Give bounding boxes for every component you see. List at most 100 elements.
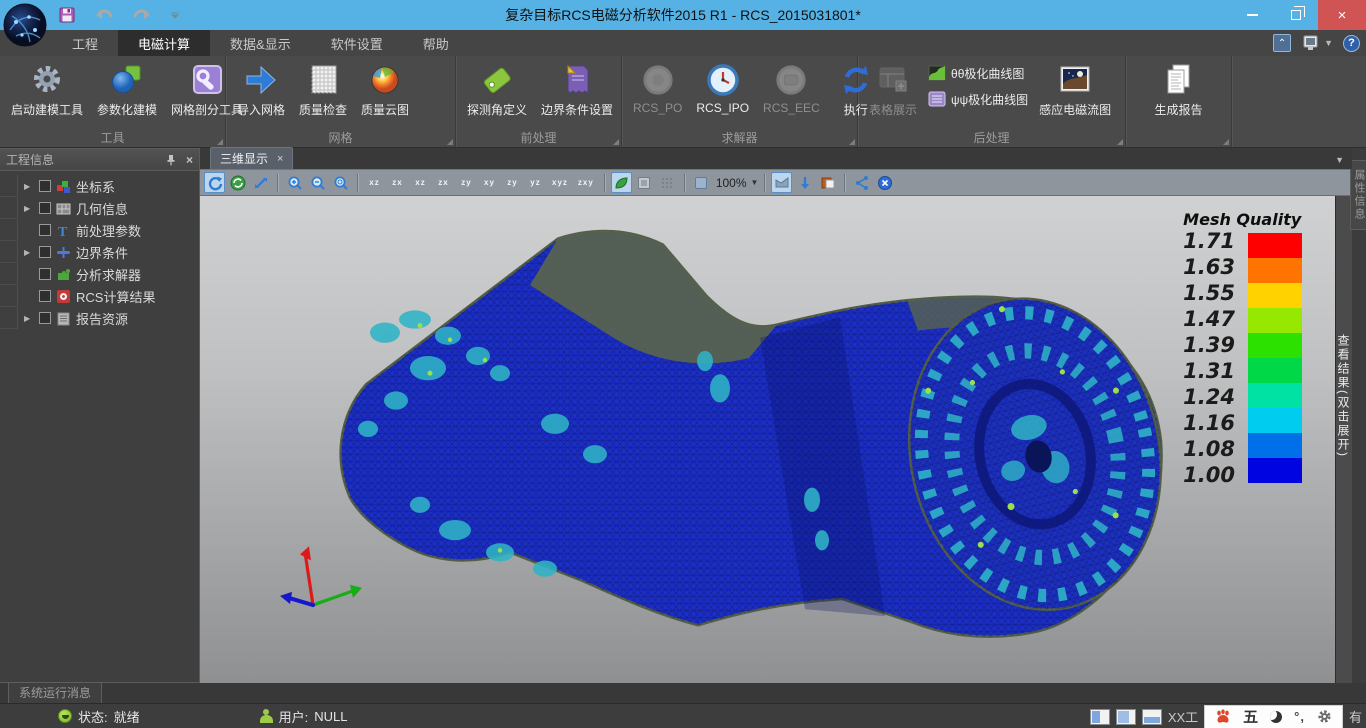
quality-check-button[interactable]: 质量检查 bbox=[292, 60, 354, 120]
probe-angle-button[interactable]: 探测角定义 bbox=[460, 60, 534, 120]
generate-report-button[interactable]: 生成报告 bbox=[1147, 60, 1209, 120]
sphere-square-icon bbox=[109, 62, 145, 98]
clip-tool-button[interactable] bbox=[771, 172, 792, 193]
tree-item-geometry-info[interactable]: ▶ 几何信息 bbox=[18, 197, 199, 219]
launch-modeling-tool-button[interactable]: 启动建模工具 bbox=[4, 60, 90, 120]
induced-current-map-button[interactable]: 感应电磁流图 bbox=[1032, 60, 1118, 120]
3d-canvas[interactable]: Mesh Quality 1.71 1.63 1.55 1.47 1.39 1.… bbox=[200, 196, 1335, 683]
parameter-t-icon: T bbox=[56, 223, 71, 238]
drop-view-button[interactable] bbox=[794, 172, 815, 193]
zoom-fit-button[interactable] bbox=[330, 172, 351, 193]
tab-3d-display[interactable]: 三维显示 × bbox=[210, 147, 293, 169]
view-axis-button[interactable]: zxy bbox=[574, 172, 598, 193]
theta-chart-icon bbox=[928, 64, 946, 82]
tree-checkbox[interactable] bbox=[39, 224, 51, 236]
view-axis-button[interactable]: zx bbox=[387, 172, 408, 193]
restore-button[interactable] bbox=[1274, 0, 1318, 30]
help-icon[interactable]: ? bbox=[1343, 35, 1360, 52]
ime-toolbar[interactable]: 五 °, bbox=[1204, 705, 1343, 728]
system-messages-tab[interactable]: 系统运行消息 bbox=[8, 682, 102, 703]
theta-polar-curve-button[interactable]: θθ极化曲线图 bbox=[928, 64, 1028, 82]
tab-close-icon[interactable]: × bbox=[277, 153, 283, 165]
tree-item-rcs-results[interactable]: RCS计算结果 bbox=[18, 285, 199, 307]
tree-item-report-resources[interactable]: ▶ 报告资源 bbox=[18, 307, 199, 329]
minimize-button[interactable] bbox=[1230, 0, 1274, 30]
ime-moon-icon[interactable] bbox=[1270, 711, 1282, 723]
tree-checkbox[interactable] bbox=[39, 202, 51, 214]
pan-tool-button[interactable] bbox=[250, 172, 271, 193]
snapshot-button[interactable] bbox=[817, 172, 838, 193]
rcs-ipo-button[interactable]: RCS_IPO bbox=[689, 60, 756, 117]
rcs-po-button[interactable]: RCS_PO bbox=[626, 60, 689, 117]
tree-checkbox[interactable] bbox=[39, 290, 51, 302]
view-axis-button[interactable]: xz bbox=[364, 172, 385, 193]
menu-tab-em-compute[interactable]: 电磁计算 bbox=[118, 30, 210, 56]
tree-item-preprocess-params[interactable]: T 前处理参数 bbox=[18, 219, 199, 241]
view-axis-button[interactable]: xyz bbox=[548, 172, 572, 193]
tree-item-solver[interactable]: 分析求解器 bbox=[18, 263, 199, 285]
import-mesh-button[interactable]: 导入网格 bbox=[230, 60, 292, 120]
tree-checkbox[interactable] bbox=[39, 180, 51, 192]
messages-row: 系统运行消息 bbox=[0, 683, 1366, 703]
tree-item-coordinate-system[interactable]: ▶ 坐标系 bbox=[18, 175, 199, 197]
ime-paw-icon[interactable] bbox=[1215, 709, 1231, 724]
layout-bottom-button[interactable] bbox=[1142, 709, 1162, 725]
app-logo-icon[interactable] bbox=[2, 2, 48, 48]
points-view-button[interactable] bbox=[657, 172, 678, 193]
view-axis-button[interactable]: zy bbox=[502, 172, 523, 193]
expander-icon[interactable]: ▶ bbox=[24, 204, 34, 213]
parametric-modeling-button[interactable]: 参数化建模 bbox=[90, 60, 164, 120]
view-axis-button[interactable]: zy bbox=[456, 172, 477, 193]
expander-icon[interactable]: ▶ bbox=[24, 248, 34, 257]
ime-settings-gear-icon[interactable] bbox=[1317, 709, 1332, 724]
tree-checkbox[interactable] bbox=[39, 246, 51, 258]
tab-list-caret-icon[interactable]: ▼ bbox=[1335, 155, 1344, 165]
tree-checkbox[interactable] bbox=[39, 268, 51, 280]
menu-tab-help[interactable]: 帮助 bbox=[403, 30, 469, 56]
tree-checkbox[interactable] bbox=[39, 312, 51, 324]
display-switch-button[interactable]: ▼ bbox=[1301, 34, 1333, 52]
zoom-out-button[interactable] bbox=[307, 172, 328, 193]
view-axis-button[interactable]: xz bbox=[410, 172, 431, 193]
transparency-button[interactable] bbox=[691, 172, 712, 193]
zoom-level-caret-icon[interactable]: ▼ bbox=[751, 178, 759, 187]
view-axis-button[interactable]: xy bbox=[479, 172, 500, 193]
ribbon-collapse-icon[interactable]: ⌃ bbox=[1273, 34, 1291, 52]
psi-polar-curve-button[interactable]: ψψ极化曲线图 bbox=[928, 90, 1028, 108]
view-axis-button[interactable]: zx bbox=[433, 172, 454, 193]
wireframe-view-button[interactable] bbox=[634, 172, 655, 193]
expander-icon[interactable]: ▶ bbox=[24, 182, 34, 191]
share-link-button[interactable] bbox=[851, 172, 872, 193]
close-view-button[interactable] bbox=[874, 172, 895, 193]
view-results-strip[interactable]: 查看结果(双击展开) bbox=[1335, 196, 1352, 683]
wrench-badge-icon bbox=[189, 62, 225, 98]
restore-icon bbox=[1291, 10, 1301, 20]
menu-tab-settings[interactable]: 软件设置 bbox=[311, 30, 403, 56]
tree-item-boundary-conditions[interactable]: ▶ 边界条件 bbox=[18, 241, 199, 263]
expander-icon[interactable]: ▶ bbox=[24, 314, 34, 323]
copyright-text-left: XX工 bbox=[1168, 707, 1198, 726]
status-ready-icon bbox=[58, 709, 72, 723]
rotate-tool-button[interactable] bbox=[204, 172, 225, 193]
quality-contour-button[interactable]: 质量云图 bbox=[354, 60, 416, 120]
orbit-tool-button[interactable] bbox=[227, 172, 248, 193]
puzzle-icon bbox=[56, 267, 71, 282]
shaded-view-button[interactable] bbox=[611, 172, 632, 193]
panel-close-icon[interactable]: × bbox=[186, 153, 193, 167]
zoom-in-button[interactable] bbox=[284, 172, 305, 193]
property-info-tab[interactable]: 属性信息 bbox=[1350, 160, 1366, 230]
layout-left-button[interactable] bbox=[1090, 709, 1110, 725]
view-axis-button[interactable]: yz bbox=[525, 172, 546, 193]
boundary-settings-button[interactable]: 边界条件设置 bbox=[534, 60, 620, 120]
ime-mode-label[interactable]: 五 bbox=[1243, 706, 1258, 727]
close-button[interactable]: × bbox=[1318, 0, 1366, 30]
ime-punctuation-icon[interactable]: °, bbox=[1294, 709, 1305, 724]
menu-tab-data-display[interactable]: 数据&显示 bbox=[210, 30, 311, 56]
layout-split-button[interactable] bbox=[1116, 709, 1136, 725]
table-display-button[interactable]: 表格展示 bbox=[862, 60, 924, 120]
menu-tab-project[interactable]: 工程 bbox=[52, 30, 118, 56]
clip-icon bbox=[774, 175, 790, 191]
rcs-eec-button[interactable]: RCS_EEC bbox=[756, 60, 827, 117]
pin-icon[interactable] bbox=[166, 154, 176, 166]
geometry-icon bbox=[56, 201, 71, 216]
